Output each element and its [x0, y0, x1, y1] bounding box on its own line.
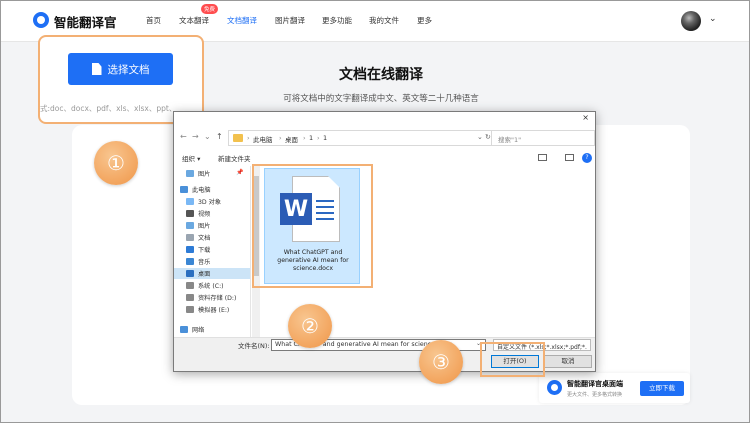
scrollbar-thumb[interactable] — [253, 176, 259, 276]
filename-dropdown-icon[interactable]: ⌄ — [476, 340, 481, 347]
pictures-icon — [186, 222, 194, 229]
cancel-button[interactable]: 取消 — [544, 355, 592, 368]
nav-image-translate[interactable]: 图片翻译 — [275, 15, 305, 26]
navigation-pane: 图片 📌 此电脑 3D 对象 视频 图片 文档 下载 音乐 桌面 系统 (C:) … — [174, 166, 251, 337]
dialog-toolbar: 组织 ▾ 新建文件夹 ? — [174, 151, 595, 165]
tree-item-this-pc[interactable]: 此电脑 — [174, 184, 250, 195]
document-icon — [91, 63, 102, 75]
view-options-icon[interactable] — [538, 154, 547, 161]
help-icon[interactable]: ? — [582, 153, 592, 163]
select-document-button[interactable]: 选择文档 — [68, 53, 173, 85]
logo-icon[interactable] — [33, 12, 49, 28]
tree-item-pictures[interactable]: 图片 — [174, 220, 250, 231]
music-icon — [186, 258, 194, 265]
drive-icon — [186, 282, 194, 289]
select-document-label: 选择文档 — [107, 63, 150, 76]
tree-item-downloads[interactable]: 下载 — [174, 244, 250, 255]
file-open-dialog: × ← → ⌄ ↑ › 此电脑 › 桌面 › 1 › 1 ⌄ ↻ 搜索"1" 组… — [173, 111, 596, 372]
tree-item-music[interactable]: 音乐 — [174, 256, 250, 267]
tree-item-drive-c[interactable]: 系统 (C:) — [174, 280, 250, 291]
page-title: 文档在线翻译 — [339, 67, 423, 83]
filetype-select[interactable]: 自定义文件 (*.xls;*.xlsx;*.pdf;*. — [493, 339, 591, 351]
breadcrumb-folder-1b[interactable]: 1 — [323, 134, 327, 142]
drive-icon — [186, 294, 194, 301]
tree-item-drive-d[interactable]: 资料存储 (D:) — [174, 292, 250, 303]
dialog-close-button[interactable]: × — [582, 113, 589, 122]
nav-my-files[interactable]: 我的文件 — [369, 15, 399, 26]
app-logo-icon — [547, 380, 562, 395]
new-folder-button[interactable]: 新建文件夹 — [218, 153, 251, 163]
navigation-scrollbar[interactable] — [252, 166, 260, 337]
nav-doc-translate[interactable]: 文档翻译 — [227, 15, 257, 26]
step-marker-2: ② — [288, 304, 332, 348]
tree-item-videos[interactable]: 视频 — [174, 208, 250, 219]
promo-title: 智能翻译官桌面端 — [567, 380, 623, 388]
3d-objects-icon — [186, 198, 194, 205]
page-subtitle: 可将文档中的文字翻译成中文、英文等二十几种语言 — [283, 94, 479, 104]
step-marker-1: ① — [94, 141, 138, 185]
video-icon — [186, 210, 194, 217]
free-badge: 免费 — [201, 4, 219, 14]
nav-text-translate[interactable]: 文本翻译 — [179, 15, 209, 26]
computer-icon — [180, 186, 188, 193]
download-now-button[interactable]: 立即下载 — [640, 381, 684, 396]
forward-arrow-icon[interactable]: → — [192, 132, 199, 141]
nav-home[interactable]: 首页 — [146, 15, 161, 26]
step-marker-3: ③ — [419, 340, 463, 384]
pictures-icon — [186, 170, 194, 177]
search-input[interactable]: 搜索"1" — [491, 130, 595, 146]
tree-item-pictures-pinned[interactable]: 图片 📌 — [174, 168, 250, 179]
open-button[interactable]: 打开(O) — [491, 355, 539, 368]
folder-icon — [233, 134, 243, 142]
promo-subtitle: 更大文件、更多格式转换 — [567, 392, 623, 398]
filename-label: 文件名(N): — [238, 342, 270, 350]
file-item-docx[interactable]: W What ChatGPT and generative AI mean fo… — [264, 168, 360, 284]
nav-more[interactable]: 更多 — [417, 15, 432, 26]
tree-item-3d-objects[interactable]: 3D 对象 — [174, 196, 250, 207]
address-bar-row: ← → ⌄ ↑ › 此电脑 › 桌面 › 1 › 1 ⌄ ↻ 搜索"1" — [174, 129, 595, 147]
tree-item-network[interactable]: 网络 — [174, 324, 250, 335]
tree-item-desktop[interactable]: 桌面 — [174, 268, 250, 279]
desktop-icon — [186, 270, 194, 277]
desktop-promo: 智能翻译官桌面端 更大文件、更多格式转换 立即下载 — [539, 373, 690, 403]
dialog-bottom-bar: 文件名(N): What ChatGPT and generative AI m… — [174, 337, 595, 371]
pin-icon[interactable]: 📌 — [236, 169, 243, 176]
nav-more-features[interactable]: 更多功能 — [322, 15, 352, 26]
tree-item-drive-e[interactable]: 模拟器 (E:) — [174, 304, 250, 315]
supported-formats: 式:doc、docx、pdf、xls、xlsx、ppt、 — [40, 104, 177, 113]
user-avatar[interactable] — [681, 11, 701, 31]
tree-item-documents[interactable]: 文档 — [174, 232, 250, 243]
breadcrumb-folder-1[interactable]: 1 — [309, 134, 313, 142]
back-arrow-icon[interactable]: ← — [180, 132, 187, 141]
file-name-label: What ChatGPT and generative AI mean for … — [277, 249, 349, 272]
breadcrumb-desktop[interactable]: 桌面 — [285, 134, 298, 144]
organize-menu[interactable]: 组织 ▾ — [182, 153, 200, 163]
address-dropdown-icon[interactable]: ⌄ — [477, 133, 483, 141]
drive-icon — [186, 306, 194, 313]
documents-icon — [186, 234, 194, 241]
brand-name[interactable]: 智能翻译官 — [54, 12, 117, 31]
recent-chevron-icon[interactable]: ⌄ — [204, 132, 211, 141]
preview-pane-icon[interactable] — [565, 154, 574, 161]
breadcrumb-this-pc[interactable]: 此电脑 — [253, 134, 273, 144]
network-icon — [180, 326, 188, 333]
refresh-icon[interactable]: ↻ — [485, 133, 491, 141]
download-icon — [186, 246, 194, 253]
up-arrow-icon[interactable]: ↑ — [216, 132, 223, 141]
chevron-down-icon[interactable]: ⌄ — [709, 14, 717, 24]
word-document-icon: W — [280, 176, 342, 246]
